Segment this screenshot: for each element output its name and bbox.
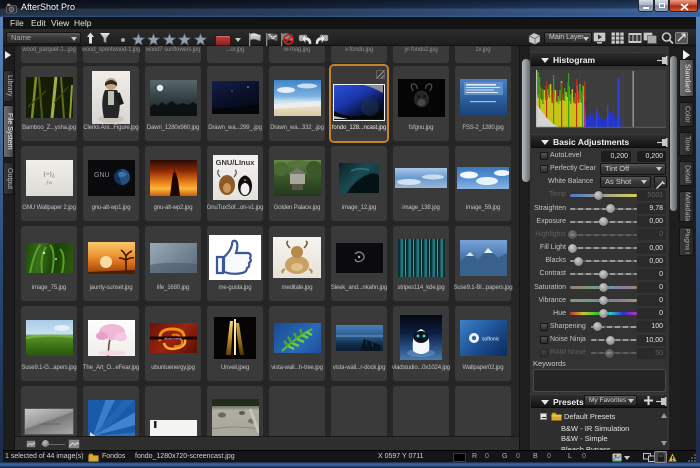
svg-text:ƒω: ƒω xyxy=(46,181,53,186)
svg-text:LOREM IPSUM: LOREM IPSUM xyxy=(39,422,61,426)
svg-text:softonic: softonic xyxy=(482,336,500,342)
svg-text:大衆: 大衆 xyxy=(167,168,177,175)
svg-text:GNU: GNU xyxy=(94,172,110,179)
svg-text:GNU/LInux: GNU/LInux xyxy=(215,158,255,167)
svg-text:ubuntu energy: ubuntu energy xyxy=(164,336,182,340)
svg-text:{=}¿: {=}¿ xyxy=(43,172,55,178)
